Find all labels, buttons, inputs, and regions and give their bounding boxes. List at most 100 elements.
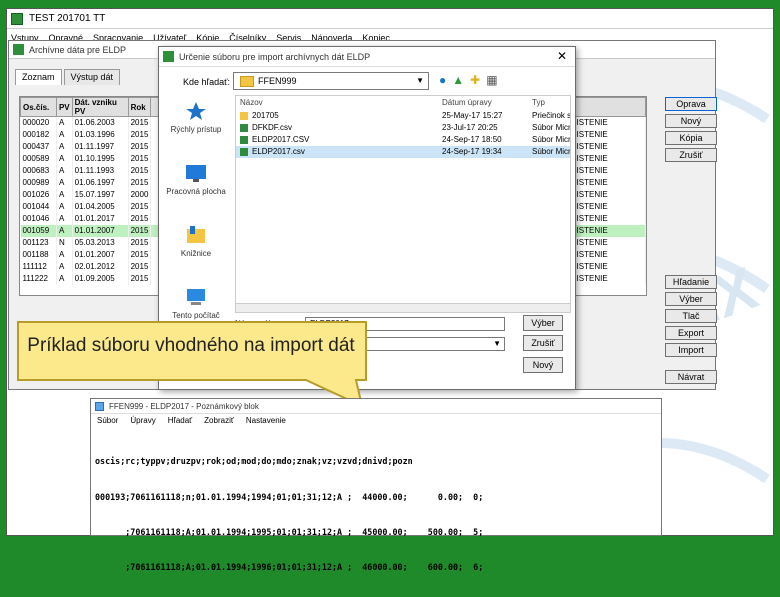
table-cell: 2015 — [128, 260, 152, 273]
notepad-line: oscis;rc;typpv;druzpv;rok;od;mod;do;mdo;… — [95, 456, 413, 467]
hladanie-button[interactable]: Hľadanie — [665, 275, 717, 289]
table-cell: A — [56, 140, 73, 153]
app-icon — [11, 13, 23, 25]
place-desktop[interactable]: Pracovná plocha — [163, 159, 229, 221]
table-cell: 001188 — [20, 248, 57, 261]
lookin-select[interactable]: FFEN999 ▼ — [233, 72, 429, 90]
table-cell: N — [56, 236, 73, 249]
table-cell: 2015 — [128, 116, 152, 129]
library-icon — [187, 226, 205, 243]
file-row[interactable]: ELDP2017.CSV 24-Sep-17 18:50 Súbor Micr — [236, 134, 570, 146]
file-date: 24-Sep-17 19:34 — [442, 147, 502, 156]
notepad-menu-zobrazit[interactable]: Zobraziť — [204, 416, 234, 425]
file-vyber-button[interactable]: Výber — [523, 315, 563, 331]
import-button[interactable]: Import — [665, 343, 717, 357]
novy-button[interactable]: Nový — [665, 114, 717, 128]
table-cell: 01.03.1996 — [72, 128, 129, 141]
file-type: Súbor Micr — [532, 147, 571, 156]
file-zrusit-button[interactable]: Zrušiť — [523, 335, 563, 351]
col-oscis[interactable]: Os.čís. — [20, 97, 57, 117]
desktop-icon — [186, 165, 206, 182]
file-row[interactable]: ELDP2017.csv 24-Sep-17 19:34 Súbor Micr — [236, 146, 571, 158]
table-cell: 01.06.1997 — [72, 176, 129, 189]
vyber-button[interactable]: Výber — [665, 292, 717, 306]
notepad-line: ;7061161118;A;01.01.1994;1996;01;01;31;1… — [95, 561, 484, 572]
table-cell: A — [56, 188, 73, 201]
file-name: ELDP2017.csv — [252, 147, 305, 156]
notepad-line: ;7061161118;A;01.01.1994;1995;01;01;31;1… — [95, 526, 484, 537]
place-label: Knižnice — [180, 249, 212, 258]
table-cell: A — [56, 152, 73, 165]
horizontal-scrollbar[interactable] — [235, 303, 571, 313]
table-cell: 001026 — [20, 188, 57, 201]
notepad-menu-subor[interactable]: Súbor — [97, 416, 118, 425]
notepad-icon — [95, 402, 104, 411]
col-datum[interactable]: Dátum úpravy — [442, 98, 492, 107]
table-cell: 001123 — [20, 236, 57, 249]
new-folder-icon[interactable]: ✚ — [470, 73, 480, 87]
col-dat-vzniku[interactable]: Dát. vzniku PV — [71, 97, 129, 117]
file-list[interactable]: Názov Dátum úpravy Typ 201705 25-May-17 1… — [235, 95, 571, 305]
notepad-menu-nastavenie[interactable]: Nastavenie — [246, 416, 286, 425]
navrat-button[interactable]: Návrat — [665, 370, 717, 384]
table-cell: 01.06.2003 — [72, 116, 129, 129]
file-row[interactable]: 201705 25-May-17 15:27 Priečinok s — [236, 110, 570, 122]
table-cell: 000683 — [20, 164, 57, 177]
table-cell: 01.01.2007 — [72, 248, 129, 261]
table-cell: 111112 — [20, 260, 57, 273]
callout: Príklad súboru vhodného na import dát — [16, 320, 368, 408]
file-dialog-app-icon — [163, 51, 174, 62]
table-cell: 2015 — [128, 224, 152, 237]
col-pv[interactable]: PV — [55, 97, 73, 117]
up-folder-icon[interactable]: ▲ — [452, 73, 464, 87]
place-quick-access[interactable]: Rýchly prístup — [163, 97, 229, 159]
table-cell: A — [56, 272, 73, 285]
tab-vystup-dat[interactable]: Výstup dát — [63, 69, 121, 85]
export-button[interactable]: Export — [665, 326, 717, 340]
place-libraries[interactable]: Knižnice — [163, 221, 229, 283]
col-nazov[interactable]: Názov — [240, 98, 263, 107]
file-name: DFKDF.csv — [252, 123, 292, 132]
table-cell: 2015 — [128, 248, 152, 261]
table-cell: A — [56, 176, 73, 189]
archive-dialog-title: Archívne dáta pre ELDP — [29, 45, 127, 55]
close-icon[interactable]: ✕ — [557, 49, 567, 63]
notepad-line: 000193;7061161118;n;01.01.1994;1994;01;0… — [95, 491, 484, 502]
table-cell: 2015 — [128, 140, 152, 153]
table-cell: 2015 — [128, 152, 152, 165]
table-cell: A — [56, 212, 73, 225]
tlac-button[interactable]: Tlač — [665, 309, 717, 323]
file-novy-button[interactable]: Nový — [523, 357, 563, 373]
zrusit-button[interactable]: Zrušiť — [665, 148, 717, 162]
table-cell: A — [56, 116, 73, 129]
kopia-button[interactable]: Kópia — [665, 131, 717, 145]
tab-zoznam[interactable]: Zoznam — [15, 69, 62, 85]
place-label: Rýchly prístup — [170, 125, 222, 134]
place-label: Pracovná plocha — [166, 187, 226, 196]
table-cell: 2015 — [128, 212, 152, 225]
table-cell: 05.03.2013 — [72, 236, 129, 249]
file-type: Súbor Micr — [532, 123, 571, 132]
lookin-label: Kde hľadať: — [183, 77, 231, 87]
col-typ[interactable]: Typ — [532, 98, 545, 107]
file-row[interactable]: DFKDF.csv 23-Jul-17 20:25 Súbor Micr — [236, 122, 571, 134]
main-window-title: TEST 201701 TT — [29, 13, 106, 24]
folder-icon — [240, 112, 248, 120]
table-cell: 2015 — [128, 272, 152, 285]
notepad-menu-hladat[interactable]: Hľadať — [168, 416, 192, 425]
table-cell: 2015 — [128, 200, 152, 213]
table-cell: 2015 — [128, 128, 152, 141]
notepad-title-bar: FFEN999 - ELDP2017 - Poznámkový blok — [91, 399, 661, 414]
table-cell: A — [56, 260, 73, 273]
view-menu-icon[interactable]: ▦ — [486, 73, 497, 87]
table-cell: A — [56, 224, 73, 237]
table-cell: 01.01.2017 — [72, 212, 129, 225]
col-rok[interactable]: Rok — [127, 97, 152, 117]
back-icon[interactable]: ● — [439, 73, 446, 87]
file-dialog-title-bar: Určenie súboru pre import archívnych dát… — [159, 47, 575, 67]
notepad-text-area[interactable]: oscis;rc;typpv;druzpv;rok;od;mod;do;mdo;… — [95, 433, 483, 597]
notepad-menu-upravy[interactable]: Úpravy — [130, 416, 155, 425]
oprava-button[interactable]: Oprava — [665, 97, 717, 111]
table-cell: 2015 — [128, 164, 152, 177]
table-cell: 01.11.1997 — [72, 140, 129, 153]
